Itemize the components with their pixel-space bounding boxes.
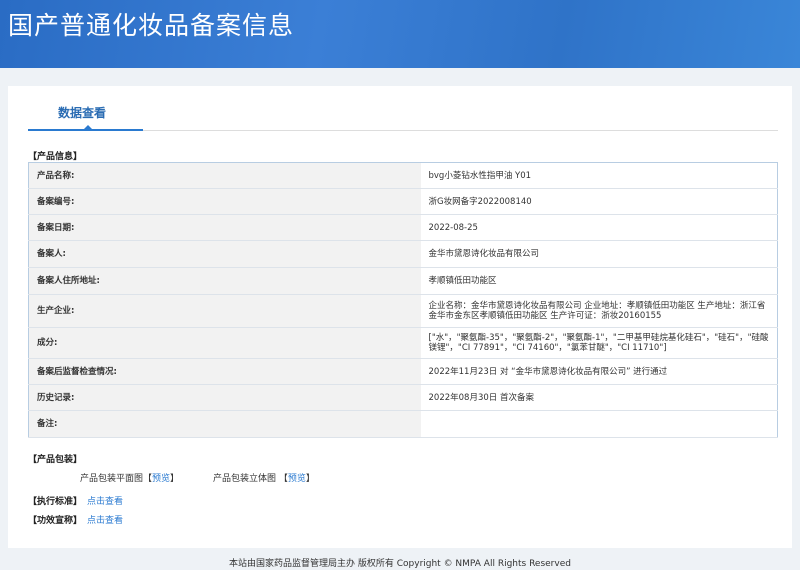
packaging-heading: 【产品包装】 [28, 455, 83, 465]
row-label: 备案人: [28, 240, 421, 268]
product-info-heading: 【产品信息】 [28, 152, 83, 162]
bracket: 【 [278, 474, 288, 484]
table-row: 备案日期: 2022-08-25 [28, 214, 778, 241]
product-info-table: 产品名称: bvg小菱钻水性指甲油 Y01 备案编号: 浙G妆网备字202200814… [28, 162, 778, 438]
bracket: 】 [305, 474, 315, 484]
table-row: 备案人住所地址: 孝顺镇低田功能区 [28, 267, 778, 295]
row-value: 浙G妆网备字2022008140 [420, 188, 778, 215]
row-value: 2022年08月30日 首次备案 [420, 384, 778, 411]
row-value: 2022-08-25 [420, 214, 778, 241]
row-label: 备注: [28, 410, 421, 438]
row-label: 生产企业: [28, 294, 421, 328]
table-row: 备案编号: 浙G妆网备字2022008140 [28, 188, 778, 215]
package-flat-label: 产品包装平面图 [80, 474, 144, 484]
row-value: bvg小菱钻水性指甲油 Y01 [420, 162, 778, 189]
row-value: 企业名称：金华市黛恩诗化妆品有限公司 企业地址：孝顺镇低田功能区 生产地址：浙江… [420, 294, 778, 328]
row-value: 孝顺镇低田功能区 [420, 267, 778, 295]
row-label: 备案编号: [28, 188, 421, 215]
package-flat: 产品包装平面图【预览】 [80, 471, 179, 484]
standard-heading: 【执行标准】 [28, 497, 83, 507]
table-row: 备案人: 金华市黛恩诗化妆品有限公司 [28, 240, 778, 268]
tab-active-indicator [28, 129, 143, 131]
table-row: 产品名称: bvg小菱钻水性指甲油 Y01 [28, 162, 778, 189]
row-label: 备案日期: [28, 214, 421, 241]
table-row: 备注: [28, 410, 778, 438]
row-label: 备案后监督检查情况: [28, 358, 421, 385]
preview-solid-link[interactable]: 预览 [288, 474, 306, 484]
package-solid-label: 产品包装立体图 [213, 474, 277, 484]
row-value: 2022年11月23日 对 “金华市黛恩诗化妆品有限公司” 进行通过 [420, 358, 778, 385]
preview-flat-link[interactable]: 预览 [152, 474, 170, 484]
row-label: 成分: [28, 327, 421, 359]
page-title: 国产普通化妆品备案信息 [8, 11, 295, 40]
standard-view-link[interactable]: 点击查看 [87, 494, 123, 507]
tab-data-view[interactable]: 数据查看 [58, 104, 106, 121]
footer-copyright: 本站由国家药品监督管理局主办 版权所有 Copyright © NMPA All… [229, 559, 571, 569]
row-label: 历史记录: [28, 384, 421, 411]
content-card: 数据查看 【产品信息】 产品名称: bvg小菱钻水性指甲油 Y01 备案编号: 浙G妆… [8, 86, 792, 548]
bracket: 】 [170, 474, 180, 484]
efficacy-heading: 【功效宣称】 [28, 516, 83, 526]
row-value: ["水"，"聚氨酯-35"，"聚氨酯-2"，"聚氨酯-1"，"二甲基甲硅烷基化硅… [420, 327, 778, 359]
row-label: 备案人住所地址: [28, 267, 421, 295]
row-value [420, 410, 778, 438]
table-row: 生产企业: 企业名称：金华市黛恩诗化妆品有限公司 企业地址：孝顺镇低田功能区 生产… [28, 294, 778, 328]
bracket: 【 [143, 474, 153, 484]
package-solid: 产品包装立体图 【预览】 [213, 471, 315, 484]
efficacy-view-link[interactable]: 点击查看 [87, 513, 123, 526]
table-row: 成分: ["水"，"聚氨酯-35"，"聚氨酯-2"，"聚氨酯-1"，"二甲基甲硅烷… [28, 327, 778, 359]
header-banner: 国产普通化妆品备案信息 [0, 0, 800, 68]
row-value: 金华市黛恩诗化妆品有限公司 [420, 240, 778, 268]
tab-pointer-icon [84, 125, 92, 129]
row-label: 产品名称: [28, 162, 421, 189]
table-row: 备案后监督检查情况: 2022年11月23日 对 “金华市黛恩诗化妆品有限公司” … [28, 358, 778, 385]
table-row: 历史记录: 2022年08月30日 首次备案 [28, 384, 778, 411]
